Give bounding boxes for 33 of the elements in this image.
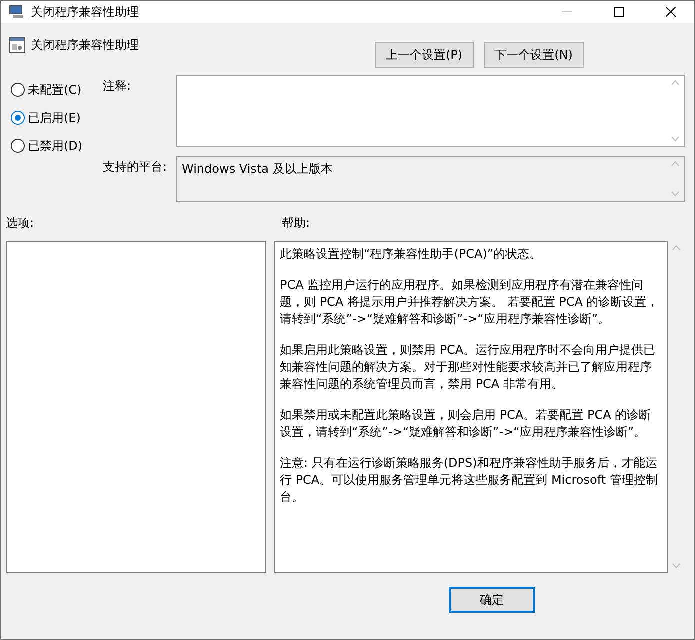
window-title: 关闭程序兼容性助理 <box>31 4 140 20</box>
previous-setting-button[interactable]: 上一个设置(P) <box>375 42 474 68</box>
computer-icon <box>9 5 25 19</box>
close-icon <box>666 7 676 17</box>
minimize-icon <box>562 11 572 13</box>
scroll-down-icon[interactable] <box>672 563 681 569</box>
ok-button[interactable]: 确定 <box>449 587 535 613</box>
help-paragraph: 此策略设置控制“程序兼容性助手(PCA)”的状态。 <box>280 246 543 263</box>
scroll-down-icon[interactable] <box>671 136 680 142</box>
radio-label: 已启用(E) <box>28 110 81 126</box>
next-setting-button[interactable]: 下一个设置(N) <box>484 42 584 68</box>
radio-label: 已禁用(D) <box>28 138 83 154</box>
help-label: 帮助: <box>282 215 310 232</box>
platform-value: Windows Vista 及以上版本 <box>181 160 334 178</box>
scroll-up-icon[interactable] <box>671 160 680 166</box>
comment-label: 注释: <box>103 78 132 95</box>
radio-button[interactable] <box>11 139 25 153</box>
help-paragraph: PCA 监控用户运行的应用程序。如果检测到应用程序有潜在兼容性问题，则 PCA 将提示用户并推荐解决方案。 若要配置 PCA 的诊断设置，请转到“系统”->“疑难解答和诊断”->“应用程序兼容性诊断”。 <box>280 277 660 328</box>
radio-button[interactable] <box>11 83 25 97</box>
platform-label: 支持的平台: <box>103 158 168 176</box>
radio-button[interactable] <box>11 111 25 125</box>
help-paragraph: 如果禁用或未配置此策略设置，则会启用 PCA。若要配置 PCA 的诊断设置，请转到“系统”->“疑难解答和诊断”->“应用程序兼容性诊断”。 <box>280 407 652 441</box>
help-paragraph: 注意: 只有在运行诊断策略服务(DPS)和程序兼容性助手服务后，才能运行 PCA。可以使用服务管理单元将这些服务配置到 Microsoft 管理控制台。 <box>280 455 659 506</box>
scroll-up-icon[interactable] <box>671 80 680 86</box>
scroll-down-icon[interactable] <box>671 190 680 196</box>
comment-field[interactable] <box>176 75 685 147</box>
help-paragraph: 如果启用此策略设置，则禁用 PCA。运行应用程序时不会向用户提供已知兼容性问题的解决方案。对于那些对性能要求较高并已了解应用程序兼容性问题的系统管理员而言，禁用 PCA 非常有用。 <box>280 342 657 393</box>
scroll-up-icon[interactable] <box>672 245 681 251</box>
maximize-icon <box>614 7 624 17</box>
options-label: 选项: <box>6 215 36 232</box>
policy-title: 关闭程序兼容性助理 <box>31 37 140 54</box>
radio-label: 未配置(C) <box>28 82 82 98</box>
policy-icon <box>9 37 25 53</box>
